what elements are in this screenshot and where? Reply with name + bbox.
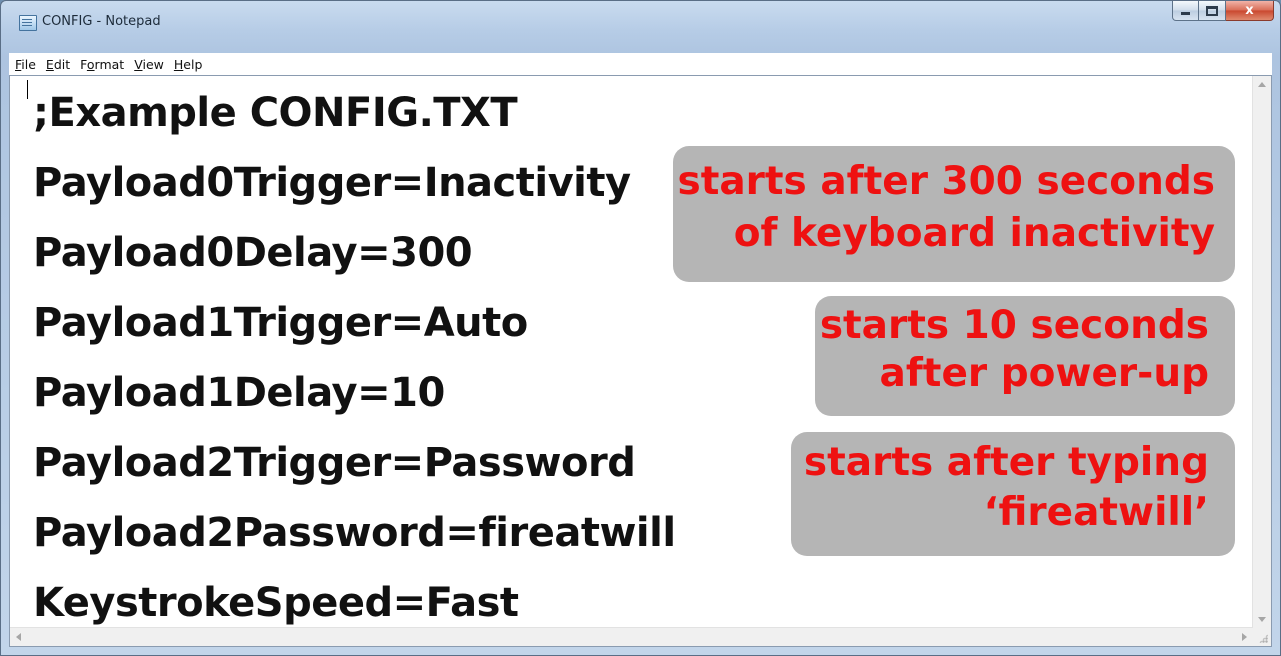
config-line: Payload0Delay=300	[33, 230, 473, 276]
minimize-button[interactable]	[1172, 1, 1199, 21]
callout-inactivity: starts after 300 seconds of keyboard ina…	[673, 146, 1235, 282]
close-icon: x	[1245, 3, 1254, 18]
callout-line: of keyboard inactivity	[733, 211, 1215, 256]
callout-line: starts after typing	[803, 440, 1209, 485]
text-caret	[27, 80, 28, 99]
maximize-icon	[1206, 5, 1218, 16]
config-line: Payload1Delay=10	[33, 370, 445, 416]
callout-line: starts 10 seconds	[819, 303, 1209, 348]
scroll-left-icon[interactable]	[16, 633, 21, 641]
config-line: Payload2Password=fireatwill	[33, 510, 676, 556]
text-area[interactable]: ;Example CONFIG.TXT Payload0Trigger=Inac…	[10, 76, 1253, 628]
resize-corner[interactable]	[1253, 628, 1271, 646]
callout-password: starts after typing ‘fireatwill’	[791, 432, 1235, 556]
title-bar[interactable]: CONFIG - Notepad x	[1, 1, 1280, 33]
scroll-down-icon[interactable]	[1258, 617, 1266, 622]
menu-edit[interactable]: Edit	[41, 57, 75, 72]
callout-line: after power-up	[879, 351, 1209, 396]
menu-bar: File Edit Format View Help	[9, 53, 1272, 75]
window-controls: x	[1172, 1, 1274, 23]
config-line: Payload1Trigger=Auto	[33, 300, 528, 346]
horizontal-scrollbar[interactable]	[10, 627, 1253, 646]
config-line: Payload0Trigger=Inactivity	[33, 160, 631, 206]
maximize-button[interactable]	[1199, 1, 1226, 21]
vertical-scrollbar[interactable]	[1252, 76, 1271, 628]
menu-file[interactable]: File	[10, 57, 41, 72]
window-title: CONFIG - Notepad	[42, 14, 161, 29]
resize-grip-icon[interactable]	[1259, 634, 1268, 643]
callout-auto: starts 10 seconds after power-up	[815, 296, 1235, 416]
scroll-right-icon[interactable]	[1242, 633, 1247, 641]
notepad-icon[interactable]	[19, 15, 37, 31]
config-line: Payload2Trigger=Password	[33, 440, 636, 486]
callout-line: starts after 300 seconds	[677, 159, 1216, 204]
callout-line: ‘fireatwill’	[983, 490, 1209, 535]
scroll-up-icon[interactable]	[1258, 82, 1266, 87]
menu-format[interactable]: Format	[75, 57, 129, 72]
config-line: KeystrokeSpeed=Fast	[33, 580, 519, 626]
config-line: ;Example CONFIG.TXT	[33, 90, 518, 136]
text-editor[interactable]: ;Example CONFIG.TXT Payload0Trigger=Inac…	[9, 75, 1272, 647]
minimize-icon	[1181, 12, 1190, 15]
menu-view[interactable]: View	[129, 57, 169, 72]
notepad-window: CONFIG - Notepad x File Edit Format View…	[0, 0, 1281, 656]
close-button[interactable]: x	[1226, 1, 1274, 21]
menu-help[interactable]: Help	[169, 57, 208, 72]
